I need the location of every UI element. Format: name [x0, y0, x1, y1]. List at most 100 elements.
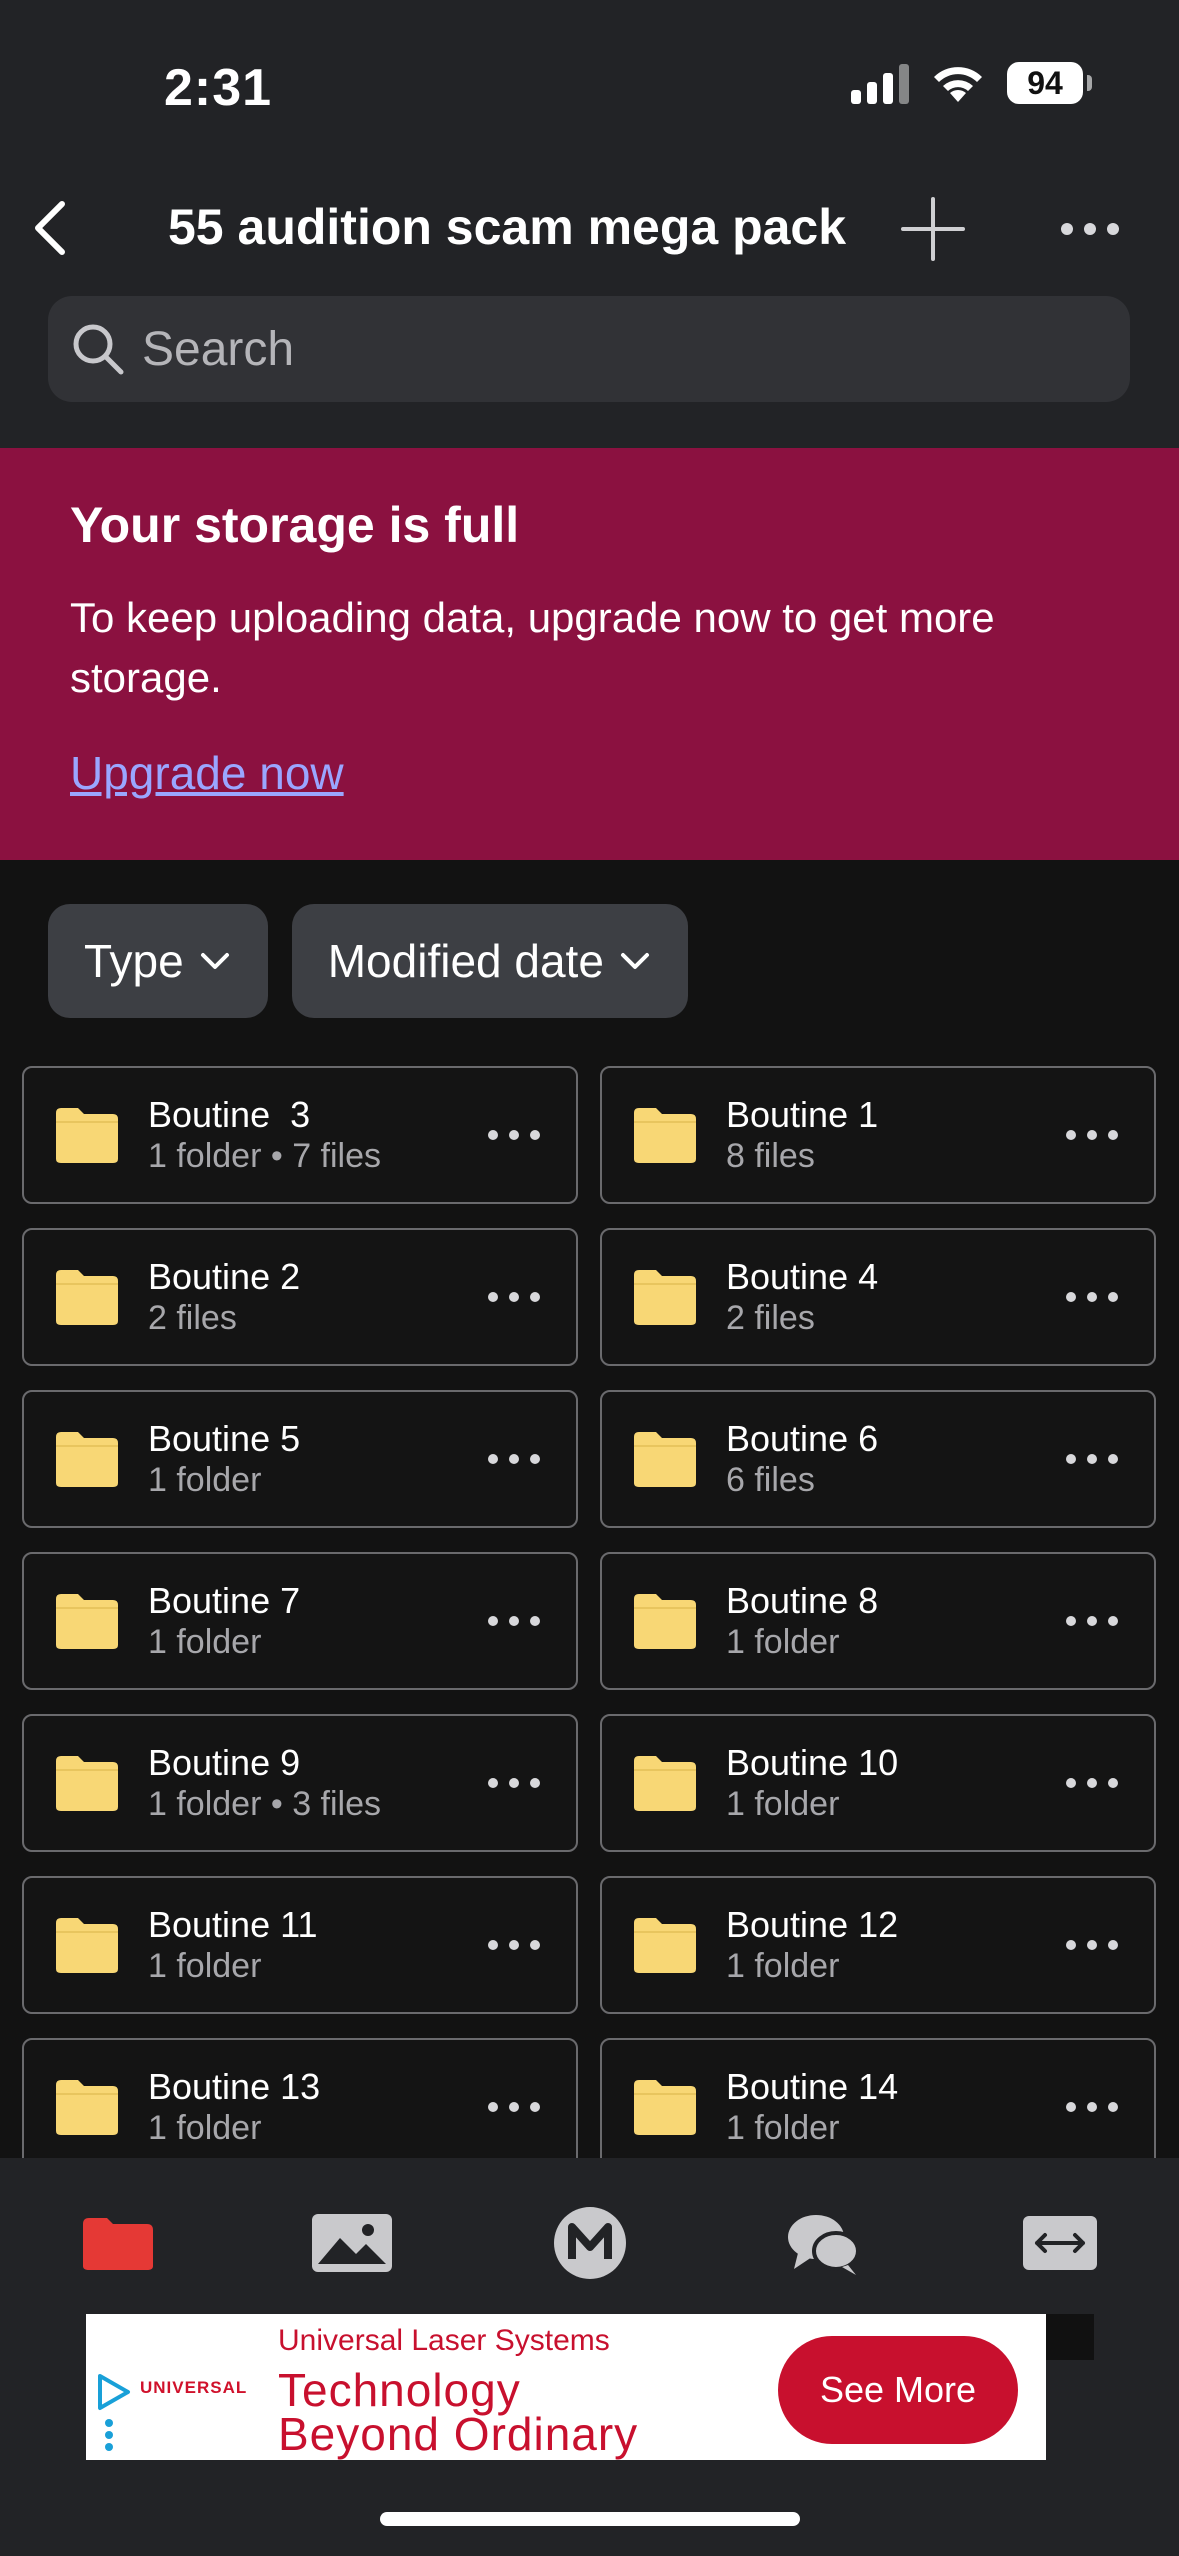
search-input[interactable] [142, 321, 1042, 377]
folder-info: Boutine 10 1 folder [726, 1742, 1052, 1824]
folder-more-button[interactable] [474, 1267, 554, 1327]
more-horizontal-icon [488, 1454, 540, 1464]
search-bar[interactable] [48, 296, 1130, 402]
folder-more-button[interactable] [474, 1429, 554, 1489]
folder-info: Boutine 81 folder [726, 1580, 1052, 1662]
upgrade-now-link[interactable]: Upgrade now [70, 747, 344, 799]
folder-name: Boutine 1 [726, 1094, 879, 1135]
tab-cloud-drive[interactable] [68, 2198, 168, 2288]
folder-meta: 1 folder • 7 files [148, 1137, 382, 1175]
folder-more-button[interactable] [474, 2077, 554, 2137]
type-filter-chip[interactable]: Type [48, 904, 268, 1018]
folder-card[interactable]: Boutine 18 files [600, 1066, 1156, 1204]
ad-brand: Universal Laser Systems [278, 2324, 610, 2357]
folder-name: Boutine 8 [726, 1580, 879, 1621]
folder-info: Boutine 12 1 folder [726, 1904, 1052, 1986]
folder-card[interactable]: Boutine 81 folder [600, 1552, 1156, 1690]
folder-card[interactable]: Boutine 10 1 folder [600, 1714, 1156, 1852]
tab-home[interactable] [540, 2198, 640, 2288]
folder-card[interactable]: Boutine 71 folder [22, 1552, 578, 1690]
folder-card[interactable]: Boutine 91 folder • 3 files [22, 1714, 578, 1852]
folder-card[interactable]: Boutine 42 files [600, 1228, 1156, 1366]
tab-list [0, 2198, 1179, 2288]
folder-card[interactable]: Boutine 12 1 folder [600, 1876, 1156, 2014]
folder-icon [634, 1594, 696, 1649]
folder-card[interactable]: Boutine 14 1 folder [600, 2038, 1156, 2176]
folder-icon [56, 2080, 118, 2135]
more-options-button[interactable] [1050, 194, 1130, 264]
folder-icon [83, 2218, 153, 2270]
add-button[interactable] [898, 194, 968, 264]
plus-icon [901, 197, 965, 261]
cellular-signal-icon [851, 62, 909, 104]
folder-info: Boutine 42 files [726, 1256, 1052, 1338]
folder-more-button[interactable] [1052, 1753, 1132, 1813]
folder-name: Boutine 13 [148, 2066, 321, 2107]
folder-icon [634, 1918, 696, 1973]
folder-more-button[interactable] [1052, 1267, 1132, 1327]
transfers-icon [1023, 2216, 1097, 2270]
more-horizontal-icon [488, 2102, 540, 2112]
folder-card[interactable]: Boutine 13 1 folder [22, 2038, 578, 2176]
folder-card[interactable]: Boutine 22 files [22, 1228, 578, 1366]
more-horizontal-icon [1066, 1454, 1118, 1464]
chip-label: Modified date [327, 935, 604, 987]
folder-more-button[interactable] [1052, 1915, 1132, 1975]
ad-close-area[interactable] [1046, 2314, 1094, 2360]
folder-card[interactable]: Boutine 66 files [600, 1390, 1156, 1528]
folder-icon [634, 1756, 696, 1811]
folder-name: Boutine 3 [148, 1094, 311, 1135]
folder-more-button[interactable] [1052, 1105, 1132, 1165]
folder-meta: 1 folder [726, 2109, 840, 2147]
ad-choices-icon[interactable] [94, 2372, 134, 2412]
folder-meta: 1 folder [726, 1623, 840, 1661]
folder-meta: 1 folder [148, 2109, 262, 2147]
tab-photos[interactable] [302, 2198, 402, 2288]
folder-more-button[interactable] [474, 1753, 554, 1813]
folder-name: Boutine 14 [726, 2066, 899, 2107]
battery-level: 94 [1027, 64, 1063, 101]
more-horizontal-icon [1066, 1616, 1118, 1626]
folder-icon [634, 1108, 696, 1163]
folder-name: Boutine 7 [148, 1580, 301, 1621]
modified-date-filter-chip[interactable]: Modified date [291, 904, 688, 1018]
screen: 2:31 94 55 audition scam mega pack Searc… [0, 0, 1179, 2556]
more-horizontal-icon [488, 1940, 540, 1950]
folder-more-button[interactable] [1052, 2077, 1132, 2137]
navigation-bar: 55 audition scam mega pack [0, 190, 1179, 270]
folder-meta: 1 folder [726, 1947, 840, 1985]
folder-meta: 1 folder [148, 1623, 262, 1661]
photos-icon [312, 2214, 392, 2272]
chevron-down-icon [620, 953, 649, 969]
folder-more-button[interactable] [1052, 1591, 1132, 1651]
top-header: 2:31 94 55 audition scam mega pack [0, 0, 1179, 448]
tab-transfers[interactable] [1010, 2198, 1110, 2288]
folder-meta: 2 files [726, 1299, 815, 1337]
folder-name: Boutine 11 [148, 1904, 318, 1945]
folder-more-button[interactable] [474, 1105, 554, 1165]
status-indicators: 94 [851, 62, 1092, 104]
advertisement-banner[interactable]: UNIVERSAL Universal Laser Systems Techno… [86, 2314, 1046, 2460]
folder-more-button[interactable] [1052, 1429, 1132, 1489]
folder-more-button[interactable] [474, 1915, 554, 1975]
folder-card[interactable]: Boutine 31 folder • 7 files [22, 1066, 578, 1204]
folder-more-button[interactable] [474, 1591, 554, 1651]
folder-card[interactable]: Boutine 51 folder [22, 1390, 578, 1528]
folder-grid: Boutine 31 folder • 7 files Boutine 18 fi… [22, 1066, 1156, 2176]
more-horizontal-icon [1061, 223, 1119, 235]
folder-meta: 1 folder [726, 1785, 840, 1823]
folder-info: Boutine 91 folder • 3 files [148, 1742, 474, 1824]
back-button[interactable] [20, 198, 80, 258]
folder-info: Boutine 66 files [726, 1418, 1052, 1500]
tab-chat[interactable] [774, 2198, 874, 2288]
folder-info: Boutine 14 1 folder [726, 2066, 1052, 2148]
ad-menu-icon[interactable] [104, 2418, 114, 2452]
ad-headline-line-1: Technology [278, 2364, 521, 2416]
ad-headline-line-2: Beyond Ordinary [278, 2408, 639, 2460]
page-title: 55 audition scam mega pack [168, 199, 847, 255]
folder-name: Boutine 10 [726, 1742, 899, 1783]
filter-chips: Type Modified date [48, 904, 688, 1018]
folder-card[interactable]: Boutine 11 1 folder [22, 1876, 578, 2014]
status-time: 2:31 [164, 59, 273, 117]
see-more-button[interactable]: See More [778, 2336, 1018, 2444]
